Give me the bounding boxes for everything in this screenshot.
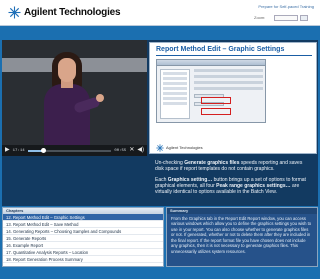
total-time: 00:55	[114, 148, 127, 153]
current-time: 17:14	[12, 148, 25, 153]
highlight-box	[201, 97, 231, 104]
summary-text: From the Graphics tab in the Report Edit…	[171, 216, 312, 254]
seek-bar[interactable]	[27, 147, 112, 153]
player-stage: ▶ 17:14 00:55 ✕ ◀) Report Method Edit – …	[2, 40, 318, 206]
chapter-item[interactable]: 18. Report Generation Process Summary	[3, 256, 163, 263]
note-paragraph-2: Each Graphics setting… button brings up …	[155, 176, 306, 196]
zoom-label: Zoom:	[254, 15, 266, 20]
volume-icon[interactable]: ◀)	[137, 145, 144, 156]
chapter-item[interactable]: 17. Quantitative Analysis Reports – Loca…	[3, 249, 163, 256]
slide-title-rule	[156, 55, 312, 56]
slide-notes: Un-checking Generate graphics files spee…	[149, 156, 317, 206]
note-paragraph-1: Un-checking Generate graphics files spee…	[155, 160, 303, 173]
slide-panel: Report Method Edit – Graphic Settings Ag…	[149, 42, 317, 154]
chapter-item[interactable]: 14. Generating Reports – Choosing Sample…	[3, 228, 163, 235]
chapters-panel: Chapters 12. Report Method Edit – Graphi…	[2, 207, 164, 267]
chapter-list: 12. Report Method Edit – Graphic Setting…	[3, 214, 163, 263]
zoom-control: Zoom:	[254, 14, 314, 21]
agilent-spark-logo-icon	[8, 6, 21, 19]
seek-handle[interactable]	[40, 147, 46, 153]
chapter-item[interactable]: 15. Generate Reports	[3, 235, 163, 242]
slide-footer-logo-text: Agilent Technologies	[166, 145, 203, 150]
chapter-item[interactable]: 13. Report Method Edit – Save Method	[3, 221, 163, 228]
zoom-apply-button[interactable]	[300, 14, 308, 21]
summary-panel: Summary From the Graphics tab in the Rep…	[166, 207, 318, 267]
play-icon[interactable]: ▶	[5, 145, 10, 156]
agilent-spark-logo-icon	[156, 144, 164, 152]
chapter-item[interactable]: 12. Report Method Edit – Graphic Setting…	[3, 214, 163, 221]
video-player[interactable]: ▶ 17:14 00:55 ✕ ◀)	[2, 40, 147, 156]
prepare-training-link[interactable]: Prepare for Self-paced Training	[258, 4, 314, 9]
app-header: Agilent Technologies Prepare for Self-pa…	[0, 0, 320, 26]
zoom-select[interactable]	[274, 14, 298, 21]
brand-name: Agilent Technologies	[24, 7, 121, 18]
chapter-item[interactable]: 16. Example Report	[3, 242, 163, 249]
video-controls: ▶ 17:14 00:55 ✕ ◀)	[2, 145, 147, 156]
close-icon[interactable]: ✕	[129, 145, 134, 156]
graphics-settings-dialog-image	[156, 59, 266, 123]
slide-title: Report Method Edit – Graphic Settings	[156, 46, 285, 53]
highlight-box	[201, 108, 231, 115]
